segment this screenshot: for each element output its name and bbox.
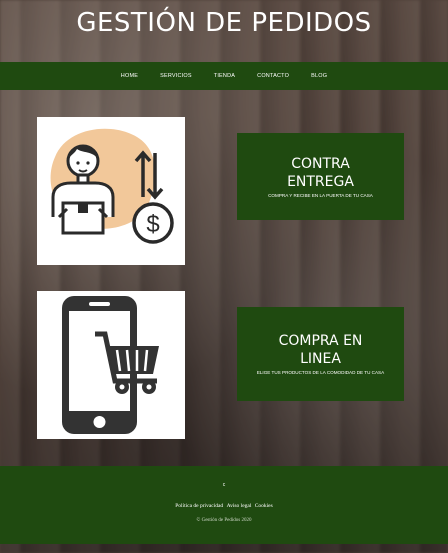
site-title: GESTIÓN DE PEDIDOS: [76, 8, 372, 38]
legal-notice-link[interactable]: Aviso legal: [227, 503, 252, 509]
promo-title-line1: CONTRA: [291, 155, 350, 172]
cookies-link[interactable]: Cookies: [255, 503, 273, 509]
copyright-text: © Gestión de Pedidos 2020: [196, 518, 252, 523]
nav-item-servicios[interactable]: SERVICIOS: [160, 73, 192, 79]
mobile-shopping-cart-icon: [62, 296, 159, 434]
online-promo-box[interactable]: COMPRA EN LINEA ELIGE TUS PRODUCTOS DE L…: [237, 307, 404, 401]
promo-subtitle: COMPRA Y RECIBE EN LA PUERTA DE TU CASA: [268, 192, 373, 198]
promo-title-line1: COMPRA EN: [278, 333, 363, 350]
footer: c Política de privacidad Aviso legal Coo…: [0, 466, 448, 544]
privacy-policy-link[interactable]: Política de privacidad: [175, 503, 223, 509]
nav-item-blog[interactable]: BLOG: [311, 73, 327, 79]
footer-mark: c: [222, 482, 226, 488]
online-shopping-image-card: [37, 291, 185, 439]
cod-promo-box[interactable]: CONTRA ENTREGA COMPRA Y RECIBE EN LA PUE…: [237, 133, 404, 220]
promo-subtitle: ELIGE TUS PRODUCTOS DE LA COMODIDAD DE T…: [256, 370, 385, 376]
svg-text:$: $: [146, 211, 159, 238]
nav-item-contacto[interactable]: CONTACTO: [257, 73, 289, 79]
promo-title-line2: ENTREGA: [287, 173, 354, 190]
nav-item-tienda[interactable]: TIENDA: [214, 73, 235, 79]
promo-title-line2: LINEA: [300, 351, 341, 368]
footer-links: Política de privacidad Aviso legal Cooki…: [0, 503, 448, 509]
nav-item-home[interactable]: HOME: [121, 73, 138, 79]
delivery-person-payment-icon: $: [50, 128, 174, 244]
main-nav: HOME SERVICIOS TIENDA CONTACTO BLOG: [0, 62, 448, 90]
delivery-image-card: $: [37, 117, 185, 265]
